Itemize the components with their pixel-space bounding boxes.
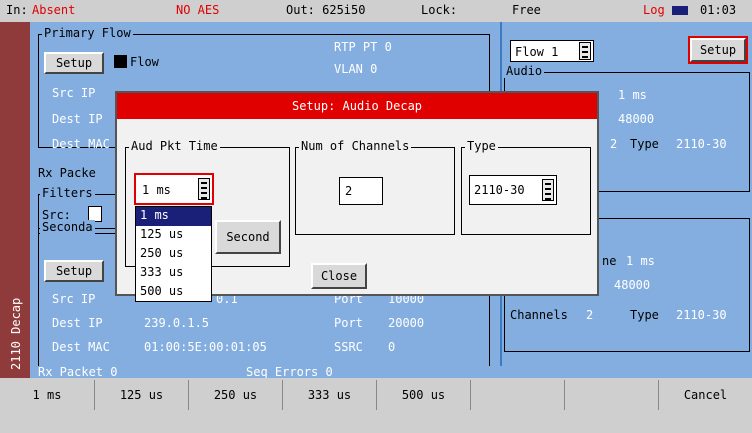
softkey-cancel[interactable]: Cancel: [659, 380, 752, 410]
aud-pkt-time-select[interactable]: 1 ms: [134, 173, 214, 205]
secondary-port-label: Port: [334, 316, 363, 330]
sample-rate-value: 48000: [618, 112, 655, 126]
vlan-value: 0: [370, 62, 378, 76]
dialog-title: Setup: Audio Decap: [117, 93, 597, 119]
rx-packet-row-value: 0: [110, 365, 118, 379]
log-indicator: Log: [643, 3, 665, 17]
type-label: Type: [630, 137, 659, 151]
aud-pkt-time-label: Aud Pkt Time: [129, 139, 220, 153]
primary-setup-button[interactable]: Setup: [44, 52, 104, 74]
clock: 01:03: [700, 3, 737, 17]
input-label: In:: [6, 3, 28, 17]
option-1ms[interactable]: 1 ms: [136, 207, 211, 226]
rtp-pt-value: 0: [384, 40, 392, 54]
seq-errors-value: 0: [325, 365, 333, 379]
secondary-channels-label: Channels: [510, 308, 568, 322]
softkey-7[interactable]: [565, 380, 659, 410]
lock-value: Free: [512, 3, 541, 17]
secondary-type-value: 2110-30: [676, 308, 727, 322]
softkey-5[interactable]: 500 us: [377, 380, 471, 410]
softkey-2[interactable]: 125 us: [95, 380, 189, 410]
right-setup-button[interactable]: Setup: [688, 36, 748, 64]
rtp-pt-label: RTP PT: [334, 40, 378, 54]
secondary-type-label: Type: [630, 308, 659, 322]
status-bar: In: Absent NO AES Out: 625i50 Lock: Free…: [0, 0, 752, 22]
seq-errors-label: Seq Errors: [246, 365, 319, 379]
second-button[interactable]: Second: [215, 220, 281, 254]
packet-time-value: 1 ms: [618, 88, 647, 102]
secondary-dest-mac-value: 01:00:5E:00:01:05: [144, 340, 267, 354]
option-125us[interactable]: 125 us: [136, 226, 211, 245]
secondary-setup-button[interactable]: Setup: [44, 260, 104, 282]
close-button[interactable]: Close: [311, 263, 367, 289]
secondary-port-value: 20000: [388, 316, 425, 330]
type-dropdown-icon: [542, 179, 554, 201]
primary-dest-mac-label: Dest MAC: [52, 137, 110, 151]
primary-flow-label: Primary Flow: [42, 26, 133, 40]
secondary-src-ip-label: Src IP: [52, 292, 96, 306]
softkey-1[interactable]: 1 ms: [0, 380, 95, 410]
option-250us[interactable]: 250 us: [136, 245, 211, 264]
output-format: Out: 625i50: [286, 3, 366, 17]
flow-label: Flow: [130, 55, 159, 69]
ssrc-label: SSRC: [334, 340, 363, 354]
rx-packet-label: Rx Packe: [38, 166, 96, 180]
type-group-label: Type: [465, 139, 498, 153]
type-select-value: 2110-30: [474, 183, 525, 197]
secondary-dest-mac-label: Dest MAC: [52, 340, 110, 354]
side-tab[interactable]: 2110 Decap: [0, 22, 30, 378]
secondary-packet-time-label-partial: ne: [602, 254, 617, 268]
softkey-3[interactable]: 250 us: [189, 380, 283, 410]
filters-label: Filters: [40, 186, 95, 200]
option-500us[interactable]: 500 us: [136, 283, 211, 302]
aud-pkt-time-dropdown-icon: [198, 178, 210, 200]
flow-select[interactable]: Flow 1: [510, 40, 594, 62]
lock-label: Lock:: [421, 3, 458, 17]
audio-label: Audio: [504, 64, 545, 78]
vlan-label: VLAN: [334, 62, 363, 76]
secondary-dest-ip-value: 239.0.1.5: [144, 316, 210, 330]
secondary-packet-time-value: 1 ms: [626, 254, 655, 268]
input-status: Absent: [32, 3, 76, 17]
type-select[interactable]: 2110-30: [469, 175, 557, 205]
secondary-sample-rate: 48000: [614, 278, 651, 292]
type-value: 2110-30: [676, 137, 727, 151]
ssrc-value: 0: [388, 340, 396, 354]
flow-checkbox[interactable]: [114, 55, 127, 68]
num-channels-field[interactable]: 2: [339, 177, 383, 205]
battery-icon: [672, 3, 690, 17]
aes-status: NO AES: [176, 3, 220, 17]
softkey-4[interactable]: 333 us: [283, 380, 377, 410]
primary-dest-ip-label: Dest IP: [52, 112, 103, 126]
primary-src-ip-label: Src IP: [52, 86, 96, 100]
side-tab-label: 2110 Decap: [9, 297, 23, 370]
num-channels-label: Num of Channels: [299, 139, 412, 153]
aud-pkt-time-options: 1 ms 125 us 250 us 333 us 500 us: [135, 206, 212, 302]
secondary-dest-ip-label: Dest IP: [52, 316, 103, 330]
rx-packet-row-label: Rx Packet: [38, 365, 104, 379]
secondary-channels-value: 2: [586, 308, 594, 322]
aud-pkt-time-value: 1 ms: [142, 183, 171, 197]
softkey-6[interactable]: [471, 380, 565, 410]
option-333us[interactable]: 333 us: [136, 264, 211, 283]
flow-select-dropdown-icon: [579, 42, 591, 60]
secondary-flow-label: Seconda: [40, 220, 95, 234]
flow-select-value: Flow 1: [515, 45, 559, 59]
channels-partial-value: 2: [610, 137, 618, 151]
